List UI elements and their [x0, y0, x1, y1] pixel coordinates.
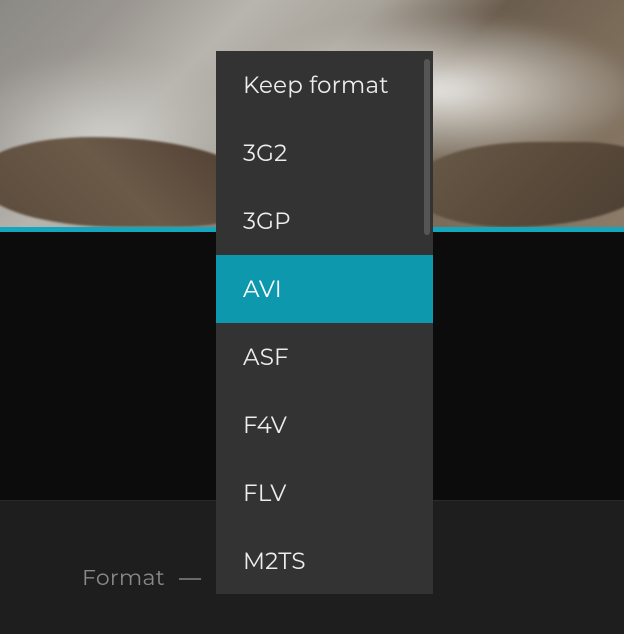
format-option-avi[interactable]: AVI: [216, 255, 433, 323]
format-dropdown-menu[interactable]: Keep format 3G2 3GP AVI ASF F4V FLV M2TS: [216, 51, 433, 594]
decorative-rock: [414, 142, 624, 227]
format-option-3g2[interactable]: 3G2: [216, 119, 433, 187]
format-option-keep[interactable]: Keep format: [216, 51, 433, 119]
format-option-flv[interactable]: FLV: [216, 459, 433, 527]
format-option-3gp[interactable]: 3GP: [216, 187, 433, 255]
format-option-f4v[interactable]: F4V: [216, 391, 433, 459]
format-option-asf[interactable]: ASF: [216, 323, 433, 391]
format-field-label: Format: [82, 564, 165, 591]
dropdown-scrollbar[interactable]: [424, 59, 430, 235]
format-label-dash: [179, 578, 201, 580]
format-option-m2ts[interactable]: M2TS: [216, 527, 433, 594]
